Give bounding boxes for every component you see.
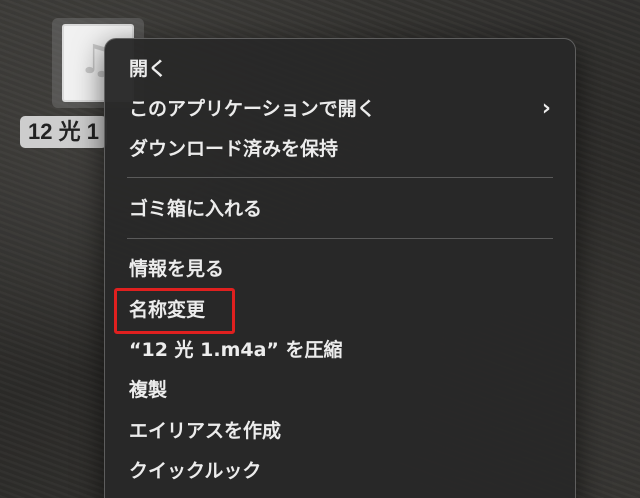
menu-item-move-to-trash[interactable]: ゴミ箱に入れる <box>105 191 575 227</box>
menu-item-rename[interactable]: 名称変更 <box>105 292 575 328</box>
menu-item-get-info[interactable]: 情報を見る <box>105 251 575 287</box>
menu-separator <box>127 177 553 178</box>
menu-item-open-with[interactable]: このアプリケーションで開く › <box>105 91 575 127</box>
chevron-right-icon: › <box>541 96 551 121</box>
context-menu: 開く このアプリケーションで開く › ダウンロード済みを保持 ゴミ箱に入れる 情… <box>104 38 576 498</box>
menu-separator <box>127 238 553 239</box>
menu-item-quick-look[interactable]: クイックルック <box>105 453 575 489</box>
menu-item-open-with-label: このアプリケーションで開く <box>129 98 376 120</box>
file-name-label[interactable]: 12 光 1 <box>20 116 107 148</box>
menu-item-duplicate[interactable]: 複製 <box>105 372 575 408</box>
menu-item-open[interactable]: 開く <box>105 51 575 87</box>
menu-item-make-alias[interactable]: エイリアスを作成 <box>105 413 575 449</box>
menu-item-compress[interactable]: “12 光 1.m4a” を圧縮 <box>105 332 575 368</box>
menu-item-keep-downloaded[interactable]: ダウンロード済みを保持 <box>105 131 575 167</box>
